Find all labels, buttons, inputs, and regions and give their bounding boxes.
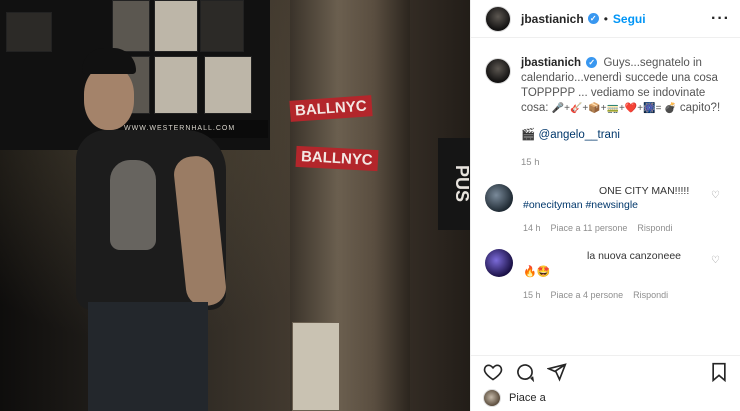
person <box>60 40 260 411</box>
comment-likes[interactable]: Piace a 11 persone <box>551 221 628 235</box>
caption-emoji-sequence: 🎤+🎸+📦+🚃+❤️+🎆= 💣 <box>551 103 677 114</box>
comment-meta: 15 h Piace a 4 persone Rispondi <box>523 288 703 302</box>
caption-credit: 🎬 @angelo__trani <box>521 128 726 143</box>
comment-likes[interactable]: Piace a 4 persone <box>551 288 624 302</box>
likes-summary: Piace a <box>483 389 546 407</box>
caption-time[interactable]: 15 h <box>521 155 726 170</box>
reply-button[interactable]: Rispondi <box>633 288 668 302</box>
action-bar <box>471 355 740 387</box>
separator-dot: • <box>603 11 608 26</box>
person-cap <box>82 48 136 74</box>
caption-username[interactable]: jbastianich <box>521 57 581 69</box>
comment-bubble-icon[interactable] <box>515 362 535 382</box>
post-photo[interactable]: WWW.WESTERNHALL.COM BALLNYC BALLNYC PUS <box>0 0 470 411</box>
lower-sign <box>292 322 340 411</box>
hashtag-link[interactable]: #newsingle <box>585 199 638 211</box>
comment-body: ONE CITY MAN!!!!! #onecityman #newsingle… <box>523 184 703 235</box>
mention-link[interactable]: @angelo__trani <box>539 129 620 141</box>
comment-body: la nuova canzoneee 🔥🤩 15 h Piace a 4 per… <box>523 249 703 302</box>
comment-item: la nuova canzoneee 🔥🤩 15 h Piace a 4 per… <box>471 249 740 302</box>
username[interactable]: jbastianich <box>521 12 584 26</box>
comment-text-main: ONE CITY MAN!!!!! <box>599 185 690 197</box>
sticker-ballnyc: BALLNYC <box>295 145 379 172</box>
avatar[interactable] <box>485 184 513 212</box>
follow-button[interactable]: Segui <box>613 12 646 26</box>
like-heart-icon[interactable] <box>483 362 503 382</box>
comment-time[interactable]: 14 h <box>523 221 541 235</box>
comment-emoji: 🔥🤩 <box>523 266 551 278</box>
caption: jbastianich ✓ Guys...segnatelo in calend… <box>471 56 740 170</box>
verified-badge-icon: ✓ <box>587 13 599 24</box>
share-plane-icon[interactable] <box>547 362 567 382</box>
hashtag-link[interactable]: #onecityman <box>523 199 583 211</box>
poster <box>6 12 52 52</box>
comment-time[interactable]: 15 h <box>523 288 541 302</box>
liker-avatar[interactable] <box>483 389 501 407</box>
black-sign: PUS <box>438 138 470 230</box>
shirt-print <box>110 160 156 250</box>
caption-body-end: capito?! <box>679 102 721 114</box>
person-head <box>84 66 134 130</box>
comments-list[interactable]: jbastianich ✓ Guys...segnatelo in calend… <box>471 56 740 353</box>
post-header: jbastianich ✓ • Segui ··· <box>471 0 740 38</box>
person-jeans <box>88 302 208 411</box>
more-options-icon[interactable]: ··· <box>711 10 730 26</box>
comment-text: la nuova canzoneee <box>587 250 681 262</box>
avatar[interactable] <box>485 5 511 32</box>
caption-text: jbastianich ✓ Guys...segnatelo in calend… <box>521 56 726 170</box>
avatar[interactable] <box>485 58 511 84</box>
caption-verified-icon: ✓ <box>586 57 598 69</box>
clapper-icon: 🎬 <box>521 129 536 141</box>
save-bookmark-icon[interactable] <box>710 362 728 382</box>
reply-button[interactable]: Rispondi <box>637 221 672 235</box>
avatar[interactable] <box>485 249 513 277</box>
likes-text[interactable]: Piace a <box>509 392 546 404</box>
comment-hashtags: #onecityman #newsingle <box>523 198 703 212</box>
heart-outline-icon[interactable]: ♡ <box>711 190 720 235</box>
post-sidebar: jbastianich ✓ • Segui ··· jbastianich ✓ … <box>470 0 740 411</box>
heart-outline-icon[interactable]: ♡ <box>711 255 720 302</box>
comment-item: ONE CITY MAN!!!!! #onecityman #newsingle… <box>471 184 740 235</box>
comment-meta: 14 h Piace a 11 persone Rispondi <box>523 221 703 235</box>
